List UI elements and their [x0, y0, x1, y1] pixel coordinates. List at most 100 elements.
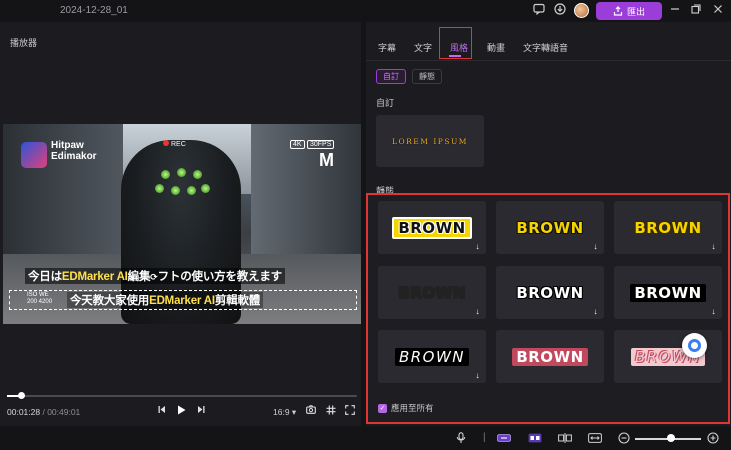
fit-width-icon[interactable]	[588, 433, 602, 446]
rec-indicator: REC	[163, 140, 186, 148]
tab-style[interactable]: 風格	[450, 41, 468, 54]
tab-text[interactable]: 文字	[414, 41, 432, 54]
download-preset-icon[interactable]: ↓	[473, 242, 482, 251]
brand-line2: Edimakor	[51, 151, 97, 162]
split-track-icon[interactable]	[528, 433, 542, 446]
assistant-icon	[688, 339, 701, 352]
play-icon[interactable]	[177, 405, 186, 417]
preset-card[interactable]: BROWN ↓	[378, 266, 486, 319]
preset-sample-text: BROWN	[394, 347, 470, 366]
brand-logo-icon	[21, 142, 47, 168]
subtitle-2-part-a: 今天教大家使用	[70, 295, 150, 307]
minimize-icon[interactable]	[667, 3, 683, 19]
player-panel: 播放器 Hitpaw Edimakor REC 4K 30FPS M 今日はED…	[0, 22, 361, 426]
subtitle-1-part-a: 今日は	[28, 271, 62, 283]
static-presets-panel: BROWN ↓ BROWN ↓ BROWN ↓ BROWN ↓ BROWN ↓ BROWN ↓ BROW…	[366, 193, 730, 424]
preset-card[interactable]: BROWN ↓	[378, 330, 486, 383]
tab-subtitle[interactable]: 字幕	[378, 41, 396, 54]
apply-all-row[interactable]: ✓ 應用至所有	[378, 402, 434, 414]
tab-animation[interactable]: 動畫	[487, 41, 505, 54]
aspect-ratio-select[interactable]: 16:9 ▾	[273, 407, 296, 418]
badge-m: M	[319, 150, 334, 170]
preset-sample-text: BROWN	[398, 283, 466, 302]
preset-sample-text: BROWN	[516, 218, 584, 237]
preset-card[interactable]: BROWN ↓	[614, 201, 722, 254]
divider-icon: |	[483, 432, 486, 443]
download-preset-icon[interactable]: ↓	[473, 371, 482, 380]
export-icon	[613, 6, 623, 16]
active-tab-indicator	[449, 55, 461, 57]
figure-light	[171, 186, 180, 195]
video-preview[interactable]: Hitpaw Edimakor REC 4K 30FPS M 今日はEDMark…	[3, 124, 361, 324]
preset-card[interactable]: BROWN ↓	[614, 266, 722, 319]
figure-light	[193, 170, 202, 179]
download-preset-icon[interactable]: ↓	[591, 242, 600, 251]
duration: 00:49:01	[47, 407, 81, 417]
grid-icon[interactable]	[326, 405, 336, 417]
preset-card[interactable]: BROWN ↓	[378, 201, 486, 254]
preset-card[interactable]: BROWN ↓	[496, 201, 604, 254]
export-label: 匯出	[626, 6, 645, 17]
next-frame-icon[interactable]	[197, 405, 205, 416]
snapshot-icon[interactable]	[306, 405, 316, 416]
title-bar: 2024-12-28_01 匯出	[0, 0, 731, 22]
download-icon[interactable]	[552, 3, 568, 19]
figure-light	[177, 168, 186, 177]
badge-4k: 4K	[290, 140, 305, 149]
maximize-icon[interactable]	[688, 3, 704, 19]
refresh-icon: ⟳	[150, 272, 158, 282]
download-preset-icon[interactable]: ↓	[709, 242, 718, 251]
apply-all-checkbox[interactable]: ✓	[378, 403, 387, 413]
subtitle-1-part-c: 編集	[127, 271, 151, 283]
figure-light	[161, 170, 170, 179]
badge-fps: 30FPS	[307, 140, 335, 149]
subtitle-2-part-b: EDMarker AI	[149, 295, 215, 307]
brand-line1: Hitpaw	[51, 140, 84, 151]
figure-light	[201, 184, 210, 193]
previous-frame-icon[interactable]	[158, 405, 166, 416]
bottom-toolbar: |	[0, 426, 731, 450]
aspect-ratio-value: 16:9	[273, 407, 290, 417]
preset-sample-text: BROWN	[630, 283, 706, 302]
zoom-out-icon[interactable]	[618, 432, 630, 447]
feedback-icon[interactable]	[531, 3, 547, 19]
microphone-icon[interactable]	[456, 432, 466, 447]
download-preset-icon[interactable]: ↓	[591, 307, 600, 316]
export-button[interactable]: 匯出	[596, 2, 662, 20]
preset-sample-text: BROWN	[516, 283, 584, 302]
zoom-in-icon[interactable]	[707, 432, 719, 447]
zoom-slider-knob[interactable]	[667, 434, 675, 442]
camera-info: ISO WE 200 4200	[27, 292, 52, 306]
timecode: 00:01:28 / 00:49:01	[7, 407, 80, 417]
app-window: 2024-12-28_01 匯出 播放器 Hitpaw Edimakor REC…	[0, 0, 731, 450]
download-preset-icon[interactable]: ↓	[709, 307, 718, 316]
player-title: 播放器	[10, 38, 38, 48]
preset-card[interactable]: BROWN ↓	[496, 266, 604, 319]
preset-card[interactable]: BROWN	[496, 330, 604, 383]
playback-timeline[interactable]	[7, 392, 357, 399]
subtitle-1-part-d: フトの使い方を教えます	[157, 271, 283, 283]
custom-preset-card[interactable]: LOREM IPSUM	[376, 115, 484, 167]
split-icon[interactable]	[558, 433, 572, 446]
current-time: 00:01:28	[7, 407, 41, 417]
figure-light	[155, 184, 164, 193]
timeline-scrubber[interactable]	[18, 392, 25, 399]
assistant-button[interactable]	[682, 333, 707, 358]
style-panel: 字幕 文字 風格 動畫 文字轉語音 自訂 靜態 自訂 LOREM IPSUM 靜…	[366, 22, 731, 426]
preset-card[interactable]: BROWN	[614, 330, 722, 383]
tab-text-to-speech[interactable]: 文字轉語音	[523, 41, 568, 54]
custom-preset-text: LOREM IPSUM	[392, 136, 468, 146]
project-title: 2024-12-28_01	[60, 5, 128, 16]
brand-logo-text: Hitpaw Edimakor	[51, 140, 97, 162]
close-icon[interactable]	[710, 3, 726, 19]
subtab-custom[interactable]: 自訂	[376, 69, 406, 84]
user-avatar[interactable]	[574, 3, 589, 18]
subtab-static[interactable]: 靜態	[412, 69, 442, 84]
subtitle-2-part-c: 剪輯軟體	[214, 295, 261, 307]
subtitle-line-2[interactable]: 今天教大家使用EDMarker AI剪輯軟體	[67, 292, 264, 308]
subtitle-line-1[interactable]: 今日はEDMarker AI編集⟳フトの使い方を教えます	[25, 268, 285, 284]
link-clips-icon[interactable]	[497, 433, 511, 446]
download-preset-icon[interactable]: ↓	[473, 307, 482, 316]
camera-info-line2: 200 4200	[27, 299, 53, 305]
fullscreen-icon[interactable]	[345, 405, 355, 417]
